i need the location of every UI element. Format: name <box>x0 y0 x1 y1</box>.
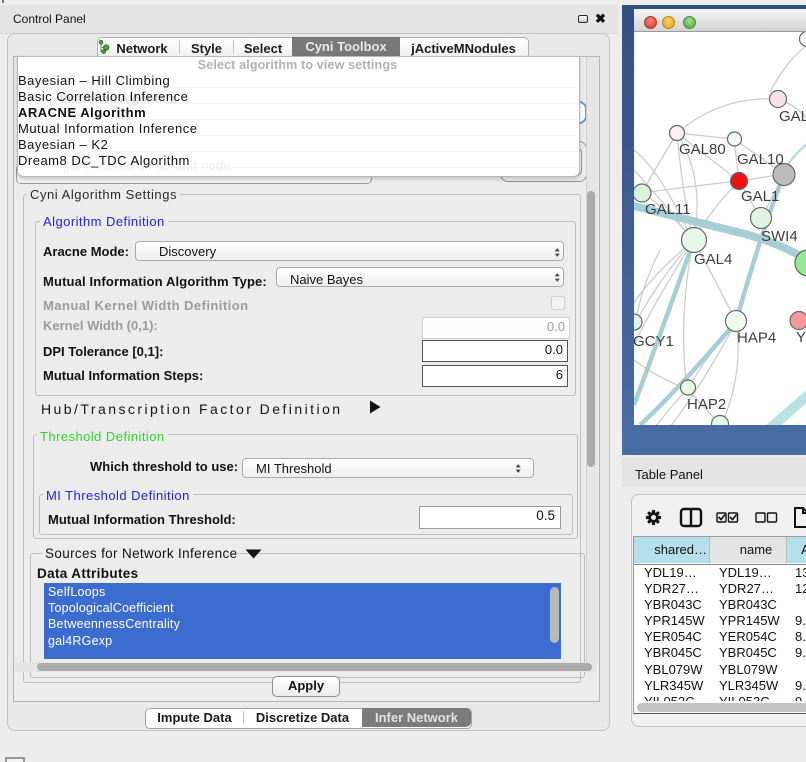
svg-text:HAP2: HAP2 <box>687 396 726 413</box>
svg-text:GAL7: GAL7 <box>779 108 806 125</box>
svg-text:GAL10: GAL10 <box>737 151 784 168</box>
svg-text:SWI4: SWI4 <box>761 228 798 245</box>
svg-text:GAL4: GAL4 <box>694 251 732 268</box>
svg-text:GAL80: GAL80 <box>679 141 726 158</box>
svg-text:Y: Y <box>796 329 806 346</box>
svg-text:GAL11: GAL11 <box>645 201 691 218</box>
svg-text:HAP4: HAP4 <box>737 330 776 347</box>
svg-text:GAL1: GAL1 <box>741 188 779 205</box>
svg-text:GCY1: GCY1 <box>634 333 674 350</box>
